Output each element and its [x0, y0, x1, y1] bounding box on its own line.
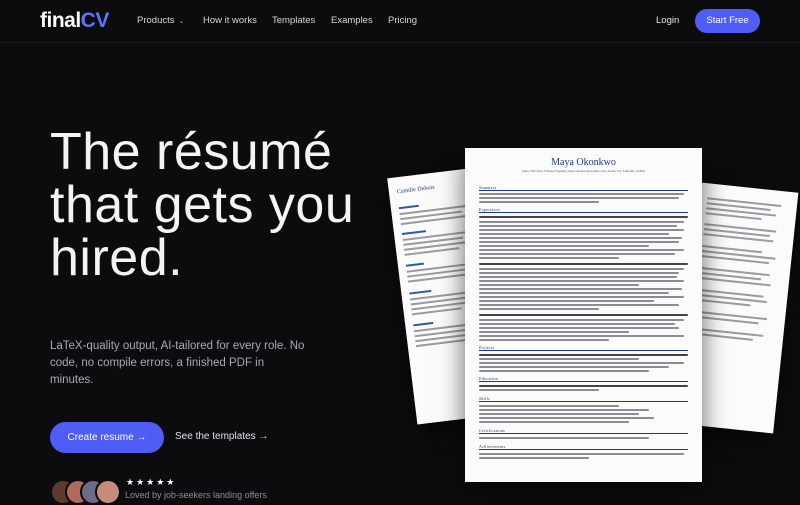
- resume-contact-line: Senior Full-Stack Software Engineer | ma…: [521, 169, 646, 173]
- nav-products-label: Products: [137, 15, 175, 26]
- chevron-down-icon: ⌄: [178, 18, 185, 25]
- nav-products[interactable]: Products ⌄: [137, 15, 184, 26]
- hero-headline: The résumé that gets you hired.: [50, 123, 355, 287]
- nav-pricing[interactable]: Pricing: [388, 15, 417, 26]
- social-proof-text: Loved by job-seekers landing offers: [125, 490, 267, 500]
- hero-subtext: LaTeX-quality output, AI-tailored for ev…: [50, 340, 305, 386]
- create-resume-button[interactable]: Create resume →: [50, 422, 164, 453]
- resume-left-name: Camille Dubois: [396, 184, 435, 196]
- resume-name: Maya Okonkwo: [551, 157, 616, 168]
- rating-stars: ★★★★★: [126, 477, 177, 487]
- nav-examples[interactable]: Examples: [331, 15, 373, 26]
- login-link[interactable]: Login: [656, 15, 679, 26]
- nav-templates[interactable]: Templates: [272, 15, 315, 26]
- nav-how-it-works[interactable]: How it works: [203, 15, 257, 26]
- logo[interactable]: finalCV: [40, 9, 109, 33]
- logo-main: final: [40, 9, 81, 32]
- start-free-button[interactable]: Start Free: [695, 9, 760, 33]
- avatar: [95, 479, 121, 505]
- resume-preview-main: Maya Okonkwo Senior Full-Stack Software …: [465, 148, 702, 482]
- top-nav: finalCV Products ⌄ How it works Templates…: [0, 0, 800, 43]
- logo-accent: CV: [80, 9, 110, 32]
- see-templates-link[interactable]: See the templates →: [175, 431, 268, 442]
